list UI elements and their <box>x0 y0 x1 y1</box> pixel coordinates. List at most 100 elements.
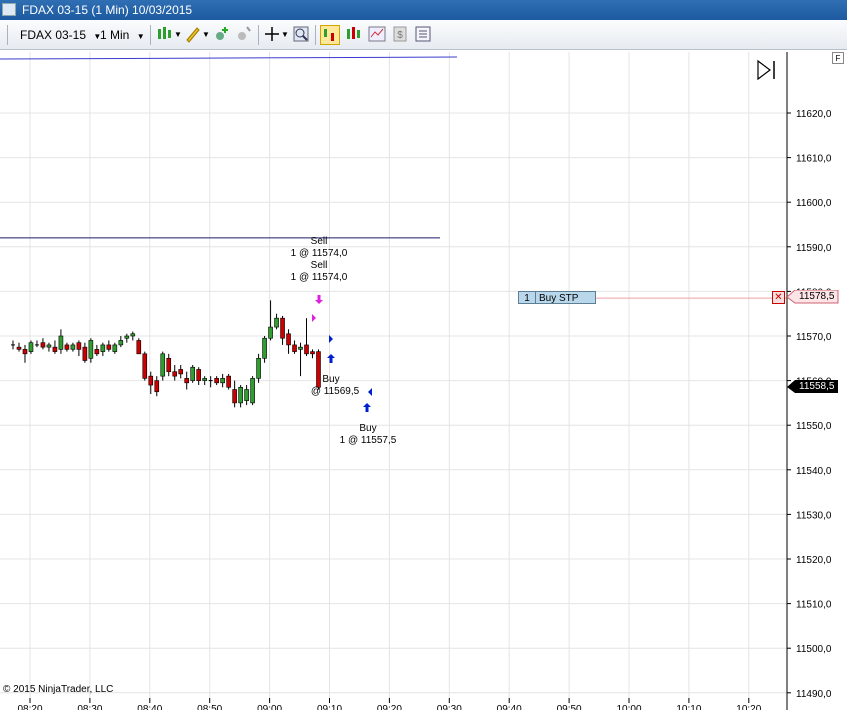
candle <box>136 338 142 355</box>
candle-body <box>262 337 267 359</box>
window-titlebar: FDAX 03-15 (1 Min) 10/03/2015 <box>0 0 847 20</box>
price-tick-label: 11490,0 <box>796 689 832 700</box>
add-indicator-icon[interactable] <box>213 25 231 43</box>
chart-trader-icon[interactable] <box>320 25 340 45</box>
chart-app-icon <box>2 3 16 16</box>
chart-toolbar: FDAX 03-15 ▼ 1 Min ▼ ▼ ▼ ▼ $ <box>0 20 847 50</box>
candle-body <box>226 375 231 388</box>
bar-style-icon[interactable] <box>345 25 363 43</box>
order-price-flag: 11578,5 <box>787 290 839 304</box>
candle <box>184 371 190 390</box>
order-price-value: 11578,5 <box>799 291 835 302</box>
interval-selector[interactable]: 1 Min ▼ <box>100 26 145 44</box>
candle-body <box>106 344 112 350</box>
drawn-trend-line <box>0 56 458 60</box>
price-tick-label: 11620,0 <box>796 109 832 120</box>
horizontal-lines <box>0 56 787 299</box>
candle-body <box>40 342 46 348</box>
execution-label-side: Buy <box>359 423 377 434</box>
time-tick-label: 08:50 <box>197 704 222 710</box>
candle-body <box>112 344 118 352</box>
candle-body <box>100 344 106 352</box>
price-tick-label: 11520,0 <box>796 555 832 566</box>
chart-panel[interactable]: 11620,011610,011600,011590,011580,011570… <box>0 50 847 710</box>
sell-fill-marker <box>312 314 316 322</box>
order-type[interactable]: Buy STP <box>536 291 596 304</box>
price-chart[interactable]: 11620,011610,011600,011590,011580,011570… <box>0 50 847 710</box>
candle <box>172 364 178 381</box>
candle-body <box>292 344 297 352</box>
candle <box>202 376 207 386</box>
candle-body <box>202 378 207 381</box>
candle-body <box>178 369 184 375</box>
candle-body <box>124 335 130 339</box>
candle <box>22 344 28 363</box>
price-tick-label: 11500,0 <box>796 644 832 655</box>
candle <box>100 342 106 357</box>
candle <box>82 342 88 363</box>
candle <box>52 340 58 354</box>
candle <box>106 340 112 352</box>
candle <box>76 340 82 357</box>
time-tick-label: 10:00 <box>616 704 641 710</box>
last-price-value: 11558,5 <box>799 381 835 392</box>
price-tick-label: 11570,0 <box>796 332 832 343</box>
candle <box>250 376 255 406</box>
time-tick-label: 09:10 <box>317 704 342 710</box>
candle-body <box>94 349 100 355</box>
chart-properties-f-button[interactable]: F <box>832 52 844 64</box>
candle-body <box>250 378 255 404</box>
chevron-down-icon: ▼ <box>136 32 145 41</box>
candle <box>16 342 22 352</box>
drawing-tools-icon[interactable] <box>184 25 202 43</box>
candle-body <box>148 375 154 386</box>
buy-fill-marker <box>368 388 372 396</box>
price-tick-label: 11510,0 <box>796 600 832 611</box>
toolbar-separator <box>258 25 259 45</box>
crosshair-icon[interactable] <box>263 25 281 43</box>
cancel-order-icon[interactable]: ✕ <box>772 291 785 304</box>
properties-icon[interactable] <box>414 25 432 43</box>
copyright-notice: © 2015 NinjaTrader, LLC <box>3 684 114 695</box>
candle <box>70 342 76 352</box>
candle-body <box>130 333 136 337</box>
candle <box>166 353 172 377</box>
candle-body <box>304 344 309 355</box>
candle-body <box>244 389 249 401</box>
scroll-end-icon[interactable] <box>757 59 775 81</box>
chart-grid <box>0 52 787 700</box>
candle <box>46 342 52 352</box>
candle-body <box>196 369 201 381</box>
candle-body <box>190 366 195 381</box>
execution-label-detail: 1 @ 11574,0 <box>290 272 348 283</box>
candle-body <box>280 317 285 339</box>
performance-icon[interactable] <box>368 25 386 43</box>
add-strategy-icon[interactable] <box>235 25 253 43</box>
instrument-label: FDAX 03-15 <box>20 28 87 42</box>
candle <box>94 344 100 357</box>
candle <box>226 373 231 390</box>
order-quantity[interactable]: 1 <box>518 291 536 304</box>
candle <box>298 342 303 377</box>
candle <box>238 385 243 408</box>
candle <box>220 373 225 388</box>
buy-arrow-icon <box>363 403 371 412</box>
candle-body <box>298 346 303 350</box>
candle-body <box>286 333 291 346</box>
price-tick-label: 11590,0 <box>796 243 832 254</box>
last-price-flag: 11558,5 <box>787 380 839 394</box>
instrument-selector[interactable]: FDAX 03-15 ▼ <box>20 26 101 44</box>
price-marker-icon[interactable]: $ <box>391 25 409 43</box>
execution-label-detail: @ 11569,5 <box>310 386 360 397</box>
window-title: FDAX 03-15 (1 Min) 10/03/2015 <box>22 3 193 17</box>
candle-body <box>88 340 94 359</box>
candle <box>214 376 219 386</box>
candle <box>274 313 279 330</box>
price-tick-label: 11600,0 <box>796 198 832 209</box>
price-tick-label: 11550,0 <box>796 421 832 432</box>
zoom-icon[interactable] <box>292 25 310 43</box>
candle-body <box>268 326 273 339</box>
candle <box>244 385 249 406</box>
chart-style-icon[interactable] <box>156 25 174 43</box>
candle-body <box>16 346 22 350</box>
